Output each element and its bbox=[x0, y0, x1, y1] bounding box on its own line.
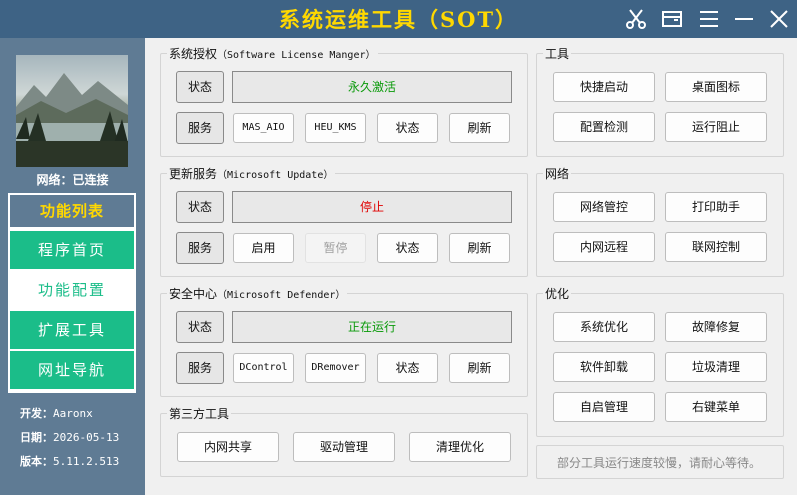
title-bar: 系统运维工具（SOT） bbox=[0, 0, 797, 38]
lan-share-button[interactable]: 内网共享 bbox=[177, 432, 279, 462]
version-info: 版本：5.11.2.513 bbox=[20, 453, 119, 469]
config-check-button[interactable]: 配置检测 bbox=[553, 112, 655, 142]
network-status: 网络：已连接 bbox=[36, 173, 109, 187]
developer-info: 开发：Aaronx bbox=[20, 405, 93, 421]
dcontrol-button[interactable]: DControl bbox=[233, 353, 294, 383]
defender-service-button[interactable]: 服务 bbox=[176, 352, 224, 384]
dremover-button[interactable]: DRemover bbox=[305, 353, 366, 383]
sidebar: 网络：已连接 功能列表 程序首页 功能配置 扩展工具 网址导航 开发：Aaron… bbox=[0, 38, 145, 495]
window-icon[interactable] bbox=[660, 7, 684, 31]
quick-launch-button[interactable]: 快捷启动 bbox=[553, 72, 655, 102]
defender-status-button[interactable]: 状态 bbox=[176, 311, 224, 343]
nav-item-config[interactable]: 功能配置 bbox=[10, 271, 134, 309]
internet-control-button[interactable]: 联网控制 bbox=[665, 232, 767, 262]
close-icon[interactable] bbox=[767, 7, 791, 31]
update-title-cn: 更新服务 bbox=[169, 167, 218, 181]
defender-group-title: 安全中心（Microsoft Defender） bbox=[167, 285, 348, 302]
nav-header: 功能列表 bbox=[8, 193, 136, 229]
optimize-group-title: 优化 bbox=[543, 285, 572, 302]
nav-item-extensions[interactable]: 扩展工具 bbox=[10, 311, 134, 349]
license-status-value: 永久激活 bbox=[232, 71, 512, 103]
network-group-title: 网络 bbox=[543, 165, 572, 182]
update-title-en: （Microsoft Update） bbox=[217, 170, 334, 181]
system-optimize-button[interactable]: 系统优化 bbox=[553, 312, 655, 342]
update-status-value: 停止 bbox=[232, 191, 512, 223]
scissors-icon[interactable] bbox=[624, 7, 648, 31]
footer-note: 部分工具运行速度较慢，请耐心等待。 bbox=[557, 456, 762, 470]
third-party-group-title: 第三方工具 bbox=[167, 405, 232, 422]
update-check-button[interactable]: 状态 bbox=[377, 233, 438, 263]
lan-remote-button[interactable]: 内网远程 bbox=[553, 232, 655, 262]
license-status-button[interactable]: 状态 bbox=[176, 71, 224, 103]
developer-value: Aaronx bbox=[53, 407, 93, 420]
cleanup-optimize-button[interactable]: 清理优化 bbox=[409, 432, 511, 462]
license-refresh-button[interactable]: 刷新 bbox=[449, 113, 510, 143]
driver-manager-button[interactable]: 驱动管理 bbox=[293, 432, 395, 462]
junk-clean-button[interactable]: 垃圾清理 bbox=[665, 352, 767, 382]
update-service-button[interactable]: 服务 bbox=[176, 232, 224, 264]
version-label: 版本： bbox=[20, 455, 53, 468]
update-refresh-button[interactable]: 刷新 bbox=[449, 233, 510, 263]
desktop-icons-button[interactable]: 桌面图标 bbox=[665, 72, 767, 102]
tools-group-title: 工具 bbox=[543, 45, 572, 62]
menu-icon[interactable] bbox=[697, 7, 721, 31]
uninstall-button[interactable]: 软件卸载 bbox=[553, 352, 655, 382]
license-title-cn: 系统授权 bbox=[169, 47, 218, 61]
mas-aio-button[interactable]: MAS_AIO bbox=[233, 113, 294, 143]
print-helper-button[interactable]: 打印助手 bbox=[665, 192, 767, 222]
startup-manager-button[interactable]: 自启管理 bbox=[553, 392, 655, 422]
context-menu-button[interactable]: 右键菜单 bbox=[665, 392, 767, 422]
defender-title-cn: 安全中心 bbox=[169, 287, 218, 301]
nav-item-links[interactable]: 网址导航 bbox=[10, 351, 134, 389]
update-enable-button[interactable]: 启用 bbox=[233, 233, 294, 263]
license-title-en: （Software License Manger） bbox=[217, 50, 376, 61]
defender-check-button[interactable]: 状态 bbox=[377, 353, 438, 383]
defender-title-en: （Microsoft Defender） bbox=[217, 290, 346, 301]
avatar bbox=[16, 55, 128, 167]
update-group-title: 更新服务（Microsoft Update） bbox=[167, 165, 336, 182]
update-pause-button[interactable]: 暂停 bbox=[305, 233, 366, 263]
heu-kms-button[interactable]: HEU_KMS bbox=[305, 113, 366, 143]
license-group-title: 系统授权（Software License Manger） bbox=[167, 45, 378, 62]
license-service-button[interactable]: 服务 bbox=[176, 112, 224, 144]
version-value: 5.11.2.513 bbox=[53, 455, 120, 468]
date-info: 日期：2026-05-13 bbox=[20, 429, 119, 445]
block-run-button[interactable]: 运行阻止 bbox=[665, 112, 767, 142]
nav-list: 功能列表 程序首页 功能配置 扩展工具 网址导航 bbox=[8, 193, 136, 393]
fault-repair-button[interactable]: 故障修复 bbox=[665, 312, 767, 342]
app-window: 系统运维工具（SOT） 网络：已连接 功能列表 程序首页 功能配置 扩展工具 网… bbox=[0, 0, 797, 495]
minimize-icon[interactable] bbox=[732, 7, 756, 31]
update-status-button[interactable]: 状态 bbox=[176, 191, 224, 223]
date-label: 日期： bbox=[20, 431, 53, 444]
nav-item-home[interactable]: 程序首页 bbox=[10, 231, 134, 269]
license-check-button[interactable]: 状态 bbox=[377, 113, 438, 143]
defender-refresh-button[interactable]: 刷新 bbox=[449, 353, 510, 383]
defender-status-value: 正在运行 bbox=[232, 311, 512, 343]
developer-label: 开发： bbox=[20, 407, 53, 420]
date-value: 2026-05-13 bbox=[53, 431, 120, 444]
network-control-button[interactable]: 网络管控 bbox=[553, 192, 655, 222]
